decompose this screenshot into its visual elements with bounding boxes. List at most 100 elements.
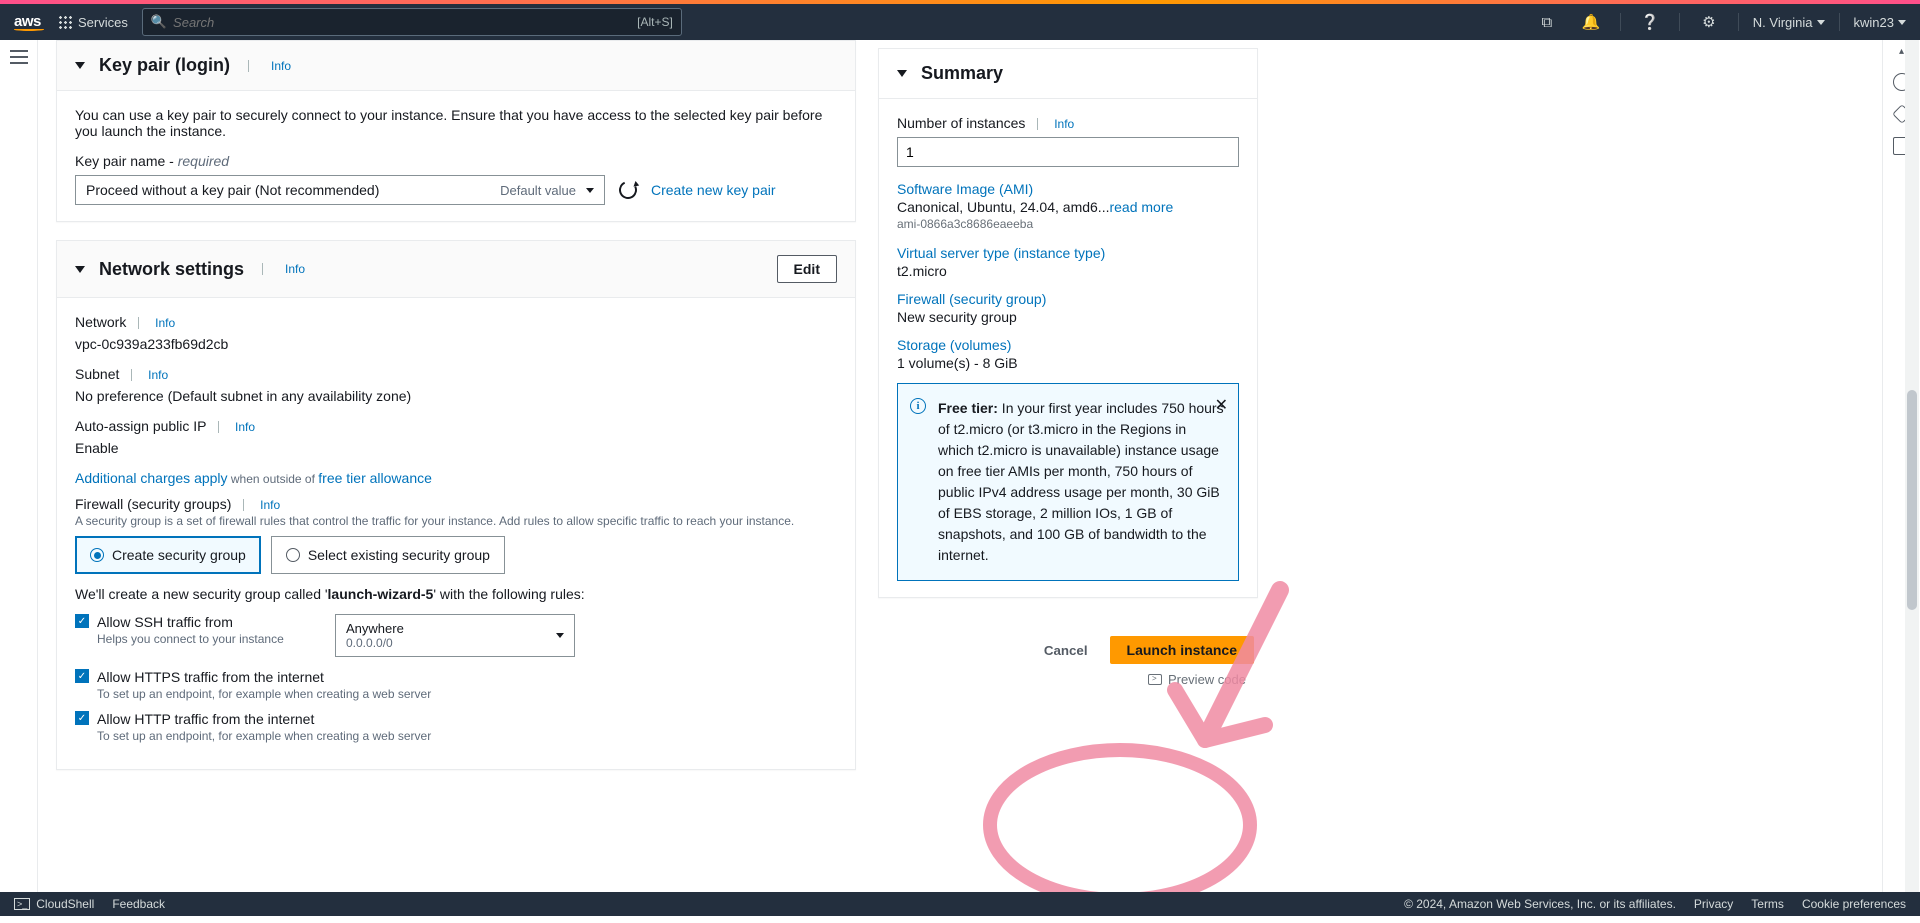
cloudshell-icon[interactable]: ⧉ [1532,14,1562,31]
radio-icon [286,548,300,562]
grid-icon [58,15,72,29]
sg-select-option[interactable]: Select existing security group [271,536,505,574]
keypair-select[interactable]: Proceed without a key pair (Not recommen… [75,175,605,205]
keypair-description: You can use a key pair to securely conne… [75,107,837,139]
autoip-info-link[interactable]: Info [235,420,255,434]
network-info-link[interactable]: Info [285,262,305,276]
ssh-source-cidr: 0.0.0.0/0 [346,636,404,650]
cookie-prefs-link[interactable]: Cookie preferences [1802,897,1906,911]
help-icon[interactable]: ❔ [1635,13,1665,31]
sg-create-option[interactable]: Create security group [75,536,261,574]
http-checkbox[interactable] [75,711,89,725]
ssh-source-select[interactable]: Anywhere 0.0.0.0/0 [335,614,575,657]
summary-firewall-value: New security group [897,309,1239,325]
caret-down-icon [1898,20,1906,25]
cloudshell-button[interactable]: >_ CloudShell [14,897,94,911]
storage-label[interactable]: Storage (volumes) [897,337,1239,353]
collapse-toggle[interactable] [75,62,85,69]
close-icon[interactable]: ✕ [1215,394,1228,418]
ami-value: Canonical, Ubuntu, 24.04, amd6...read mo… [897,199,1239,215]
search-icon: 🔍 [151,14,167,30]
footer: >_ CloudShell Feedback © 2024, Amazon We… [0,892,1920,916]
additional-charges-link[interactable]: Additional charges apply [75,470,228,486]
collapse-toggle[interactable] [897,70,907,77]
services-menu[interactable]: Services [58,15,128,30]
network-title: Network settings [99,259,244,280]
keypair-panel: Key pair (login) Info You can use a key … [56,40,856,222]
storage-value: 1 volume(s) - 8 GiB [897,355,1239,371]
keypair-select-value: Proceed without a key pair (Not recommen… [86,182,500,198]
code-icon [1148,674,1162,685]
notice-body: In your first year includes 750 hours of… [938,400,1224,563]
terms-link[interactable]: Terms [1751,897,1784,911]
preview-code-label: Preview code [1168,672,1246,687]
num-instances-label: Number of instances [897,115,1025,131]
free-tier-notice: i ✕ Free tier: In your first year includ… [897,383,1239,581]
subnet-label: Subnet [75,366,119,382]
read-more-link[interactable]: read more [1109,199,1173,215]
ssh-sublabel: Helps you connect to your instance [97,632,284,646]
https-sublabel: To set up an endpoint, for example when … [97,687,431,701]
ami-label[interactable]: Software Image (AMI) [897,181,1239,197]
ami-id: ami-0866a3c8686eaeeba [897,217,1239,231]
caret-down-icon [556,633,564,638]
region-selector[interactable]: N. Virginia [1753,15,1825,30]
num-instances-info[interactable]: Info [1054,117,1074,131]
ssh-source-label: Anywhere [346,621,404,636]
instance-type-label[interactable]: Virtual server type (instance type) [897,245,1239,261]
network-panel: Network settings Info Edit Network Info … [56,240,856,770]
num-instances-input[interactable] [897,137,1239,167]
subnet-value: No preference (Default subnet in any ava… [75,388,837,404]
privacy-link[interactable]: Privacy [1694,897,1733,911]
caret-down-icon [1817,20,1825,25]
search-input[interactable] [173,15,631,30]
instance-type-value: t2.micro [897,263,1239,279]
cloudshell-icon: >_ [14,898,30,910]
preview-code-row[interactable]: Preview code [878,672,1258,687]
https-label: Allow HTTPS traffic from the internet [97,669,431,685]
nav-toggle-icon[interactable] [10,50,28,64]
summary-firewall-label[interactable]: Firewall (security group) [897,291,1239,307]
copyright-text: © 2024, Amazon Web Services, Inc. or its… [1404,897,1676,911]
https-checkbox[interactable] [75,669,89,683]
notifications-icon[interactable]: 🔔 [1576,13,1606,31]
network-label: Network [75,314,126,330]
firewall-desc: A security group is a set of firewall ru… [75,514,837,528]
scrollbar-thumb[interactable] [1907,390,1917,610]
subnet-info-link[interactable]: Info [148,368,168,382]
feedback-link[interactable]: Feedback [112,897,165,911]
keypair-info-link[interactable]: Info [271,59,291,73]
firewall-info-link[interactable]: Info [260,498,280,512]
keypair-name-label: Key pair name - required [75,153,837,169]
create-keypair-link[interactable]: Create new key pair [651,182,776,198]
free-tier-link[interactable]: free tier allowance [318,470,432,486]
edit-button[interactable]: Edit [777,255,837,283]
notice-title: Free tier: [938,400,998,416]
cancel-button[interactable]: Cancel [1044,643,1088,658]
network-info-link2[interactable]: Info [155,316,175,330]
ssh-label: Allow SSH traffic from [97,614,284,630]
refresh-icon[interactable] [616,178,639,201]
scrollbar-track[interactable] [1905,40,1919,892]
collapse-toggle[interactable] [75,266,85,273]
global-search[interactable]: 🔍 [Alt+S] [142,8,682,36]
aws-logo[interactable]: aws [14,13,44,31]
network-value: vpc-0c939a233fb69d2cb [75,336,837,352]
keypair-select-placeholder: Default value [500,183,576,198]
sg-create-label: Create security group [112,547,246,563]
autoip-value: Enable [75,440,837,456]
ssh-checkbox[interactable] [75,614,89,628]
chevron-up-icon[interactable]: ▴ [1899,46,1904,57]
account-menu[interactable]: kwin23 [1854,15,1906,30]
sg-create-message: We'll create a new security group called… [75,586,837,602]
settings-icon[interactable]: ⚙ [1694,13,1724,31]
caret-down-icon [586,188,594,193]
keypair-title: Key pair (login) [99,55,230,76]
summary-panel: Summary Number of instances Info Softwar… [878,48,1258,598]
summary-title: Summary [921,63,1003,84]
global-nav: aws Services 🔍 [Alt+S] ⧉ 🔔 ❔ ⚙ N. Virgin… [0,4,1920,40]
firewall-label: Firewall (security groups) [75,496,231,512]
radio-checked-icon [90,548,104,562]
launch-instance-button[interactable]: Launch instance [1110,636,1254,664]
summary-actions: Cancel Launch instance [878,616,1258,672]
